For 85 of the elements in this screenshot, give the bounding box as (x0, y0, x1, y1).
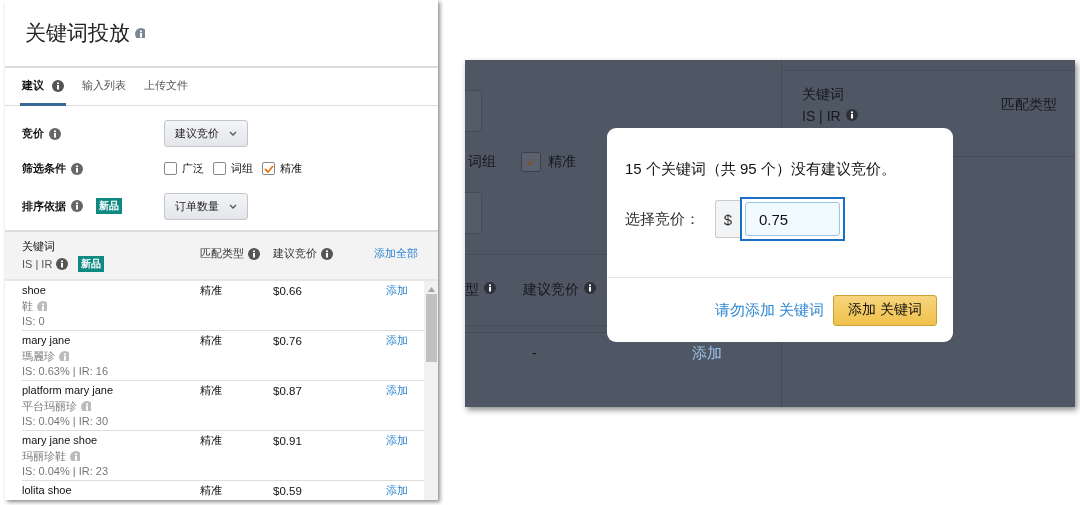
chevron-down-icon (229, 131, 237, 136)
info-icon (81, 401, 91, 412)
table-cell: - (532, 345, 537, 361)
table-cell-text: 精准 (200, 333, 223, 348)
info-icon (49, 127, 61, 140)
bid-input[interactable]: 0.75 (740, 197, 845, 241)
keyword-translation: 瑪麗珍 (22, 348, 55, 364)
keyword-translation: 平台玛丽珍 (22, 398, 77, 414)
keyword-stats: IS: 0.63% | IR: 16 (22, 364, 109, 379)
panel-title: 关键词投放 (25, 20, 130, 46)
add-all-link[interactable]: 添加全部 (374, 245, 418, 262)
add-link[interactable]: 添加 (386, 333, 408, 349)
currency-prefix: $ (715, 200, 740, 238)
field-label: 筛选条件 (22, 161, 66, 176)
keyword-translation: 鞋 (22, 298, 33, 314)
column-header: 建议竞价 (273, 246, 317, 261)
checkbox-label: 广泛 (182, 161, 204, 176)
checkbox[interactable] (521, 152, 541, 172)
column-header: 型 (465, 281, 479, 299)
checkbox[interactable] (262, 162, 275, 175)
tab[interactable]: 上传文件 (142, 68, 190, 106)
dropdown-button[interactable]: 建议竞价 (164, 120, 248, 147)
scrollbar[interactable] (424, 281, 438, 500)
add-link[interactable]: 添加 (386, 483, 408, 499)
checkbox-label: 精准 (280, 161, 302, 176)
add-link[interactable]: 添加 (386, 283, 408, 299)
table-cell-text: 精准 (200, 483, 223, 498)
table-cell-text: 精准 (200, 283, 223, 298)
new-badge: 新品 (96, 198, 122, 214)
table-cell-text: $0.66 (273, 284, 303, 299)
add-link[interactable]: 添加 (691, 343, 722, 363)
scroll-up-icon (427, 287, 435, 292)
add-link[interactable]: 添加 (386, 383, 408, 399)
keyword-stats: IS: 0 (22, 314, 46, 329)
cancel-link[interactable]: 请勿添加 关键词 (714, 300, 825, 320)
field-label: 选择竞价： (625, 209, 700, 229)
info-icon (845, 108, 861, 124)
checkbox[interactable] (213, 162, 226, 175)
keyword-translation: 玛丽珍鞋 (22, 448, 66, 464)
check-icon (526, 158, 536, 166)
info-icon (71, 162, 83, 175)
checkbox-label: 词组 (231, 161, 253, 176)
table-cell-text: 精准 (200, 433, 223, 448)
table-cell-text: 精准 (200, 383, 223, 398)
dropdown-button[interactable]: 订单数量 (164, 192, 248, 220)
keyword-text: platform mary jane (22, 383, 115, 398)
scrollbar-thumb[interactable] (425, 294, 437, 362)
column-subheader: IS | IR (802, 108, 841, 124)
dialog-message: 15 个关键词（共 95 个）没有建议竞价。 (624, 159, 897, 179)
column-header: 关键词 (802, 86, 845, 104)
info-icon (59, 351, 69, 362)
column-header: 匹配类型 (1000, 96, 1057, 114)
info-icon (321, 247, 333, 260)
info-icon (71, 200, 83, 212)
keyword-text: shoe (22, 283, 47, 298)
table-cell-text: $0.91 (273, 434, 303, 449)
keyword-text: mary jane (22, 333, 72, 348)
checkbox-label: 精准 (548, 153, 576, 171)
keyword-text: mary jane shoe (22, 433, 99, 448)
table-cell-text: $0.87 (273, 384, 303, 399)
info-icon (37, 301, 47, 312)
field-label: 排序依据 (22, 198, 66, 214)
column-header: 匹配类型 (200, 246, 244, 261)
new-badge: 新品 (78, 256, 105, 272)
add-keywords-button[interactable]: 添加 关键词 (833, 294, 937, 326)
table-cell-text: $0.59 (273, 484, 303, 499)
column-header: 建议竞价 (523, 281, 579, 299)
table-cell-text: $0.76 (273, 334, 303, 349)
info-icon (248, 247, 260, 260)
info-icon (135, 28, 145, 38)
field-label: 竞价 (22, 126, 44, 141)
tab[interactable]: 建议 (20, 68, 66, 106)
column-header: 关键词 (22, 239, 56, 254)
check-icon (263, 164, 274, 173)
info-icon (70, 451, 80, 462)
checkbox[interactable] (164, 162, 177, 175)
info-icon (56, 258, 69, 270)
keyword-stats: IS: 0.04% | IR: 30 (22, 414, 109, 429)
column-subheader: IS | IR (22, 258, 53, 270)
tab[interactable]: 输入列表 (80, 68, 128, 106)
keyword-stats: IS: 0.04% | IR: 23 (22, 464, 109, 479)
chevron-down-icon (229, 203, 237, 209)
keyword-text: lolita shoe (22, 483, 73, 498)
checkbox-label: 词组 (468, 153, 496, 171)
add-link[interactable]: 添加 (386, 433, 408, 449)
